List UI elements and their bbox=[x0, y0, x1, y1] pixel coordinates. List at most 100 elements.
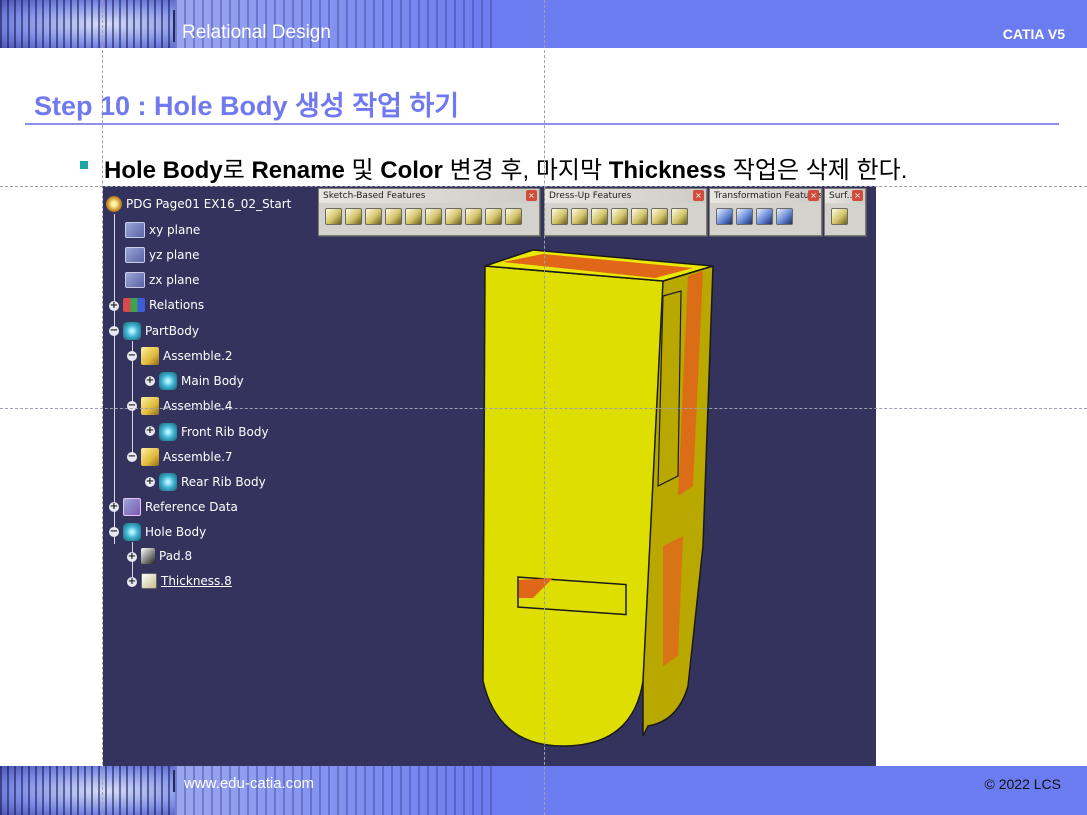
bullet-row: Hole Body로 Rename 및 Color 변경 후, 마지막 Thic… bbox=[80, 150, 907, 185]
remove-loft-tool-icon[interactable] bbox=[505, 208, 522, 225]
tree-label: Pad.8 bbox=[159, 549, 193, 563]
close-icon[interactable]: × bbox=[693, 190, 704, 201]
chamfer-tool-icon[interactable] bbox=[571, 208, 588, 225]
collapse-partbody-icon[interactable]: − bbox=[109, 326, 119, 336]
tree-assemble-4[interactable]: Assemble.4 bbox=[141, 397, 233, 415]
bullet-text-seg: 변경 후, 마지막 bbox=[442, 157, 609, 184]
tree-label: Assemble.4 bbox=[163, 399, 233, 413]
shaft-tool-icon[interactable] bbox=[365, 208, 382, 225]
groove-tool-icon[interactable] bbox=[385, 208, 402, 225]
toolbar-buttons bbox=[825, 203, 865, 225]
header-product: CATIA V5 bbox=[1002, 26, 1065, 42]
tree-label: Relations bbox=[149, 298, 205, 312]
tree-assemble-7[interactable]: Assemble.7 bbox=[141, 448, 233, 466]
close-icon[interactable]: × bbox=[526, 190, 537, 201]
title-underline bbox=[25, 123, 1059, 125]
tree-reference-data[interactable]: Reference Data bbox=[123, 498, 238, 516]
catia-viewport[interactable]: PDG Page01 EX16_02_Start xy plane yz pla… bbox=[103, 186, 876, 766]
tree-partbody[interactable]: PartBody bbox=[123, 322, 199, 340]
pattern-tool-icon[interactable] bbox=[756, 208, 773, 225]
expand-pad8-icon[interactable]: + bbox=[127, 552, 137, 562]
close-icon[interactable]: × bbox=[808, 190, 819, 201]
thickness-tool-icon[interactable] bbox=[631, 208, 648, 225]
expand-frontrib-icon[interactable]: + bbox=[145, 426, 155, 436]
stiffener-tool-icon[interactable] bbox=[465, 208, 482, 225]
expand-relations-icon[interactable]: + bbox=[109, 301, 119, 311]
tree-front-rib-body[interactable]: Front Rib Body bbox=[159, 423, 269, 441]
shell-tool-icon[interactable] bbox=[611, 208, 628, 225]
tree-rear-rib-body[interactable]: Rear Rib Body bbox=[159, 473, 266, 491]
header-separator bbox=[173, 10, 175, 42]
slot-tool-icon[interactable] bbox=[445, 208, 462, 225]
body-icon bbox=[159, 423, 177, 441]
bullet-bold-holebody: Hole Body bbox=[104, 157, 223, 184]
expand-thickness8-icon[interactable]: + bbox=[127, 577, 137, 587]
collapse-assemble2-icon[interactable]: − bbox=[127, 351, 137, 361]
header-banner: Relational Design CATIA V5 bbox=[0, 0, 1087, 48]
loft-tool-icon[interactable] bbox=[485, 208, 502, 225]
split-tool-icon[interactable] bbox=[831, 208, 848, 225]
assemble-icon bbox=[141, 347, 159, 365]
header-decoration bbox=[0, 0, 175, 48]
tree-zx-plane[interactable]: zx plane bbox=[125, 272, 200, 288]
hole-tool-icon[interactable] bbox=[405, 208, 422, 225]
tree-label: Rear Rib Body bbox=[181, 475, 266, 489]
pad-tool-icon[interactable] bbox=[325, 208, 342, 225]
assemble-icon bbox=[141, 397, 159, 415]
body-icon bbox=[123, 322, 141, 340]
bullet-bold-thickness: Thickness bbox=[608, 157, 727, 184]
footer-decoration bbox=[0, 766, 175, 815]
footer-url[interactable]: www.edu-catia.com bbox=[184, 775, 314, 792]
body-icon bbox=[159, 473, 177, 491]
toolbar-transformation[interactable]: Transformation Features × bbox=[709, 188, 822, 236]
tree-label: yz plane bbox=[149, 248, 200, 262]
step-title: Step 10 : Hole Body 생성 작업 하기 bbox=[34, 91, 460, 121]
expand-refdata-icon[interactable]: + bbox=[109, 502, 119, 512]
tree-yz-plane[interactable]: yz plane bbox=[125, 247, 200, 263]
tree-xy-plane[interactable]: xy plane bbox=[125, 222, 200, 238]
toolbar-surface[interactable]: Surf... × bbox=[824, 188, 866, 236]
mirror-tool-icon[interactable] bbox=[736, 208, 753, 225]
toolbar-title-text: Sketch-Based Features bbox=[323, 191, 426, 201]
toolbar-buttons bbox=[545, 203, 706, 225]
tree-main-body[interactable]: Main Body bbox=[159, 372, 244, 390]
bullet-bold-rename: Rename bbox=[251, 157, 345, 184]
translation-tool-icon[interactable] bbox=[716, 208, 733, 225]
thread-tool-icon[interactable] bbox=[651, 208, 668, 225]
tree-assemble-2[interactable]: Assemble.2 bbox=[141, 347, 233, 365]
toolbar-title[interactable]: Dress-Up Features × bbox=[545, 189, 706, 203]
draft-tool-icon[interactable] bbox=[591, 208, 608, 225]
tree-relations[interactable]: Relations bbox=[123, 298, 204, 312]
slide: Relational Design CATIA V5 Step 10 : Hol… bbox=[0, 0, 1087, 815]
tree-pad-8[interactable]: Pad.8 bbox=[141, 548, 192, 564]
toolbar-buttons bbox=[710, 203, 821, 225]
tree-hole-body[interactable]: Hole Body bbox=[123, 523, 206, 541]
rib-tool-icon[interactable] bbox=[425, 208, 442, 225]
collapse-assemble7-icon[interactable]: − bbox=[127, 452, 137, 462]
remove-face-tool-icon[interactable] bbox=[671, 208, 688, 225]
tree-thickness-8[interactable]: Thickness.8 bbox=[141, 573, 232, 589]
expand-mainbody-icon[interactable]: + bbox=[145, 376, 155, 386]
tree-label: PDG Page01 EX16_02_Start bbox=[126, 197, 292, 211]
tree-root[interactable]: PDG Page01 EX16_02_Start bbox=[106, 196, 291, 212]
toolbar-sketch-based[interactable]: Sketch-Based Features × bbox=[318, 188, 540, 236]
close-icon[interactable]: × bbox=[852, 190, 863, 201]
part-icon bbox=[106, 196, 122, 212]
relations-icon bbox=[123, 298, 145, 312]
body-icon bbox=[123, 523, 141, 541]
collapse-assemble4-icon[interactable]: − bbox=[127, 401, 137, 411]
scaling-tool-icon[interactable] bbox=[776, 208, 793, 225]
toolbar-title[interactable]: Transformation Features × bbox=[710, 189, 821, 203]
collapse-holebody-icon[interactable]: − bbox=[109, 527, 119, 537]
part-front-face bbox=[482, 265, 664, 747]
pocket-tool-icon[interactable] bbox=[345, 208, 362, 225]
body-icon bbox=[159, 372, 177, 390]
expand-rearrib-icon[interactable]: + bbox=[145, 477, 155, 487]
toolbar-title[interactable]: Sketch-Based Features × bbox=[319, 189, 539, 203]
header-title: Relational Design bbox=[182, 22, 331, 43]
toolbar-dress-up[interactable]: Dress-Up Features × bbox=[544, 188, 707, 236]
tree-label: xy plane bbox=[149, 223, 201, 237]
toolbar-title[interactable]: Surf... × bbox=[825, 189, 865, 203]
tree-line-main bbox=[114, 214, 115, 544]
edge-fillet-tool-icon[interactable] bbox=[551, 208, 568, 225]
